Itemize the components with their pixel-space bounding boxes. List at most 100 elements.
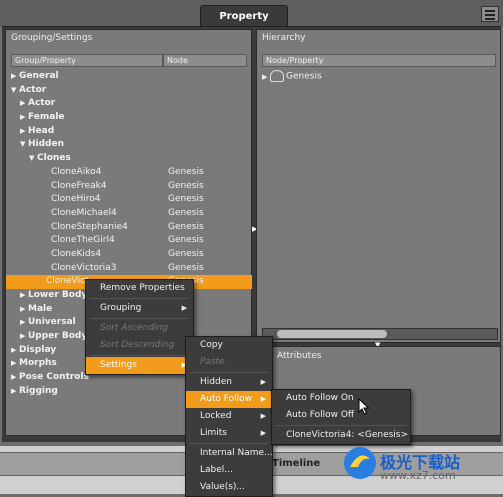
group-row[interactable]: ▶ General [11,70,249,84]
menu-item: Sort Ascending [86,320,193,337]
expand-right-icon[interactable]: ▶ [11,357,19,371]
expand-right-icon[interactable]: ▶ [20,316,28,330]
submenu-arrow-icon: ▶ [260,412,266,420]
hierarchy-row-label: Genesis [286,71,322,82]
hierarchy-panel-title: Hierarchy [262,33,306,43]
settings-submenu: Copy Paste Hidden ▶ Auto Follow ▶ Locked ▶ Limit… [185,336,273,497]
property-row[interactable]: CloneKids4 Genesis [11,248,249,262]
row-node: Genesis [168,207,204,218]
row-label: CloneAiko4 [51,166,102,177]
property-row[interactable]: CloneHiro4 Genesis [11,193,249,207]
mouse-cursor-icon [358,398,370,415]
expand-right-icon[interactable]: ▶ [20,97,28,111]
menu-item-label: Settings [100,360,137,370]
row-label: Pose Controls [19,372,89,383]
menu-item[interactable]: Value(s)... [186,479,272,496]
menu-separator [190,372,268,373]
expand-down-icon[interactable]: ▼ [20,138,28,152]
menu-item-label: Auto Follow On [286,393,354,403]
expand-right-icon[interactable]: ▶ [11,70,19,84]
group-row[interactable]: ▼ Actor [11,84,249,98]
menu-item[interactable]: Grouping ▶ [86,300,193,317]
row-label: Display [19,344,57,355]
menu-item-label: Limits [200,428,227,438]
group-row[interactable]: ▼ Clones [11,152,249,166]
context-menu: Remove Properties Grouping ▶ Sort Ascending… [85,279,194,375]
row-node: Genesis [168,248,204,259]
row-label: CloneStephanie4 [51,221,128,232]
watermark-url: www.xz7.com [380,469,456,482]
menu-icon-line [485,14,495,16]
tab-property-editor[interactable]: Property Editor [200,5,288,43]
menu-item-label: Grouping [100,303,142,313]
submenu-arrow-icon: ▶ [260,378,266,386]
row-label: CloneMichael4 [51,207,117,218]
hierarchy-row-genesis[interactable]: ▶ Genesis [262,70,322,84]
grouping-panel-title: Grouping/Settings [11,33,93,43]
menu-item[interactable]: Auto Follow Off [272,407,410,424]
pane-menu-button[interactable] [481,6,499,22]
attributes-panel-title: Attributes [277,351,322,361]
property-row[interactable]: CloneMichael4 Genesis [11,207,249,221]
menu-separator [90,298,189,299]
row-node: Genesis [168,262,204,273]
group-row[interactable]: ▶ Female [11,111,249,125]
horizontal-scrollbar[interactable] [262,328,498,340]
row-label: Upper Body [28,331,88,342]
property-row[interactable]: CloneAiko4 Genesis [11,166,249,180]
group-row[interactable]: ▼ Hidden [11,138,249,152]
expand-right-icon[interactable]: ▶ [20,111,28,125]
hierarchy-panel: Hierarchy Node/Property ▶ Genesis [256,29,501,343]
menu-item[interactable]: Settings▶ [86,357,193,374]
menu-item-label: Paste [200,357,225,367]
expand-right-icon[interactable]: ▶ [20,330,28,344]
expand-right-icon[interactable]: ▶ [20,289,28,303]
expand-right-icon[interactable]: ▶ [11,385,19,399]
property-row[interactable]: CloneTheGirl4 Genesis [11,234,249,248]
expand-right-icon[interactable]: ▶ [262,71,270,85]
row-label: Actor [28,98,56,109]
menu-item[interactable]: Auto Follow On [272,390,410,407]
expand-right-icon[interactable]: ▶ [11,371,19,385]
expand-down-icon[interactable]: ▼ [29,152,37,166]
menu-item[interactable]: Locked ▶ [186,408,272,425]
row-label: Rigging [19,385,58,396]
row-label: Morphs [19,358,57,369]
row-label: CloneTheGirl4 [51,235,115,246]
group-row[interactable]: ▶ Actor [11,97,249,111]
property-row[interactable]: CloneVictoria3 Genesis [11,262,249,276]
column-header-group-property[interactable]: Group/Property [11,54,163,67]
menu-item-label: Auto Follow [200,394,252,404]
menu-item[interactable]: Auto Follow ▶ [186,391,272,408]
group-row[interactable]: ▶ Head [11,125,249,139]
auto-follow-submenu: Auto Follow On Auto Follow Off CloneVictor… [271,389,411,445]
menu-item[interactable]: Hidden ▶ [186,374,272,391]
row-label: Lower Body [28,290,88,300]
menu-item[interactable]: Internal Name... [186,445,273,462]
row-label: Clones [37,153,71,164]
menu-item-label: Sort Ascending [100,323,168,333]
row-node: Genesis [168,166,204,177]
column-header-node-property[interactable]: Node/Property [262,54,496,67]
expand-right-icon[interactable]: ▶ [20,303,28,317]
menu-item-label: CloneVictoria4: <Genesis> [286,430,409,440]
expand-right-icon[interactable]: ▶ [11,344,19,358]
menu-item[interactable]: Copy [186,337,272,354]
property-row[interactable]: CloneFreak4 Genesis [11,180,249,194]
expand-down-icon[interactable]: ▼ [11,84,19,98]
timeline-tab[interactable]: Timeline [272,458,320,469]
menu-item: Paste [186,354,272,371]
menu-item[interactable]: Limits ▶ [186,425,272,442]
row-node: Genesis [168,221,204,232]
menu-item[interactable]: Remove Properties [86,280,193,297]
menu-separator [90,318,189,319]
scrollbar-thumb[interactable] [277,330,387,338]
menu-item-label: Label... [200,465,233,475]
row-label: Hidden [28,139,65,150]
submenu-arrow-icon: ▶ [260,429,266,437]
expand-right-icon[interactable]: ▶ [20,125,28,139]
property-row[interactable]: CloneStephanie4 Genesis [11,221,249,235]
column-header-node[interactable]: Node [163,54,247,67]
row-label: Actor [19,84,47,95]
menu-item[interactable]: Label... [186,462,272,479]
